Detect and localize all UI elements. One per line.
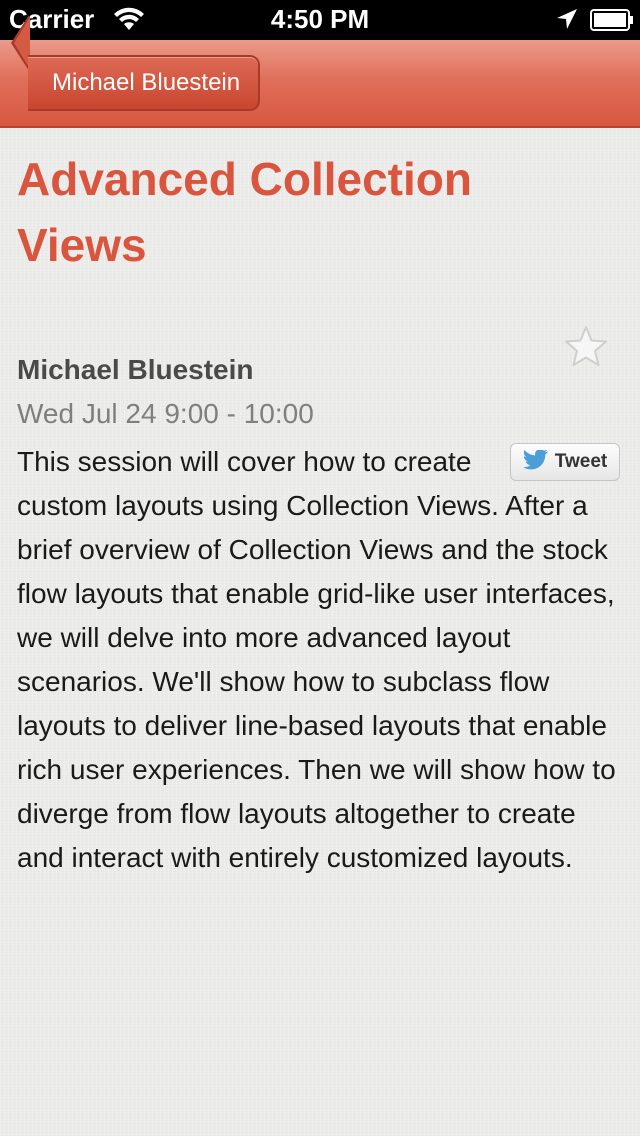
twitter-bird-icon xyxy=(522,448,549,475)
star-outline-icon[interactable] xyxy=(563,324,609,373)
speaker-name: Michael Bluestein xyxy=(17,354,254,385)
location-arrow-icon xyxy=(556,8,578,35)
tweet-label: Tweet xyxy=(554,451,608,472)
battery-icon xyxy=(590,9,634,36)
back-button[interactable]: Michael Bluestein xyxy=(28,55,261,111)
status-time: 4:50 PM xyxy=(270,4,370,34)
session-title: Advanced Collection Views xyxy=(17,153,472,271)
description-text: This session will cover how to create cu… xyxy=(17,446,616,873)
tweet-button[interactable]: Tweet xyxy=(510,443,620,481)
status-bar: Carrier 4:50 PM xyxy=(0,0,640,40)
session-description: This session will cover how to create cu… xyxy=(17,440,623,880)
session-time: Wed Jul 24 9:00 - 10:00 xyxy=(17,398,314,429)
